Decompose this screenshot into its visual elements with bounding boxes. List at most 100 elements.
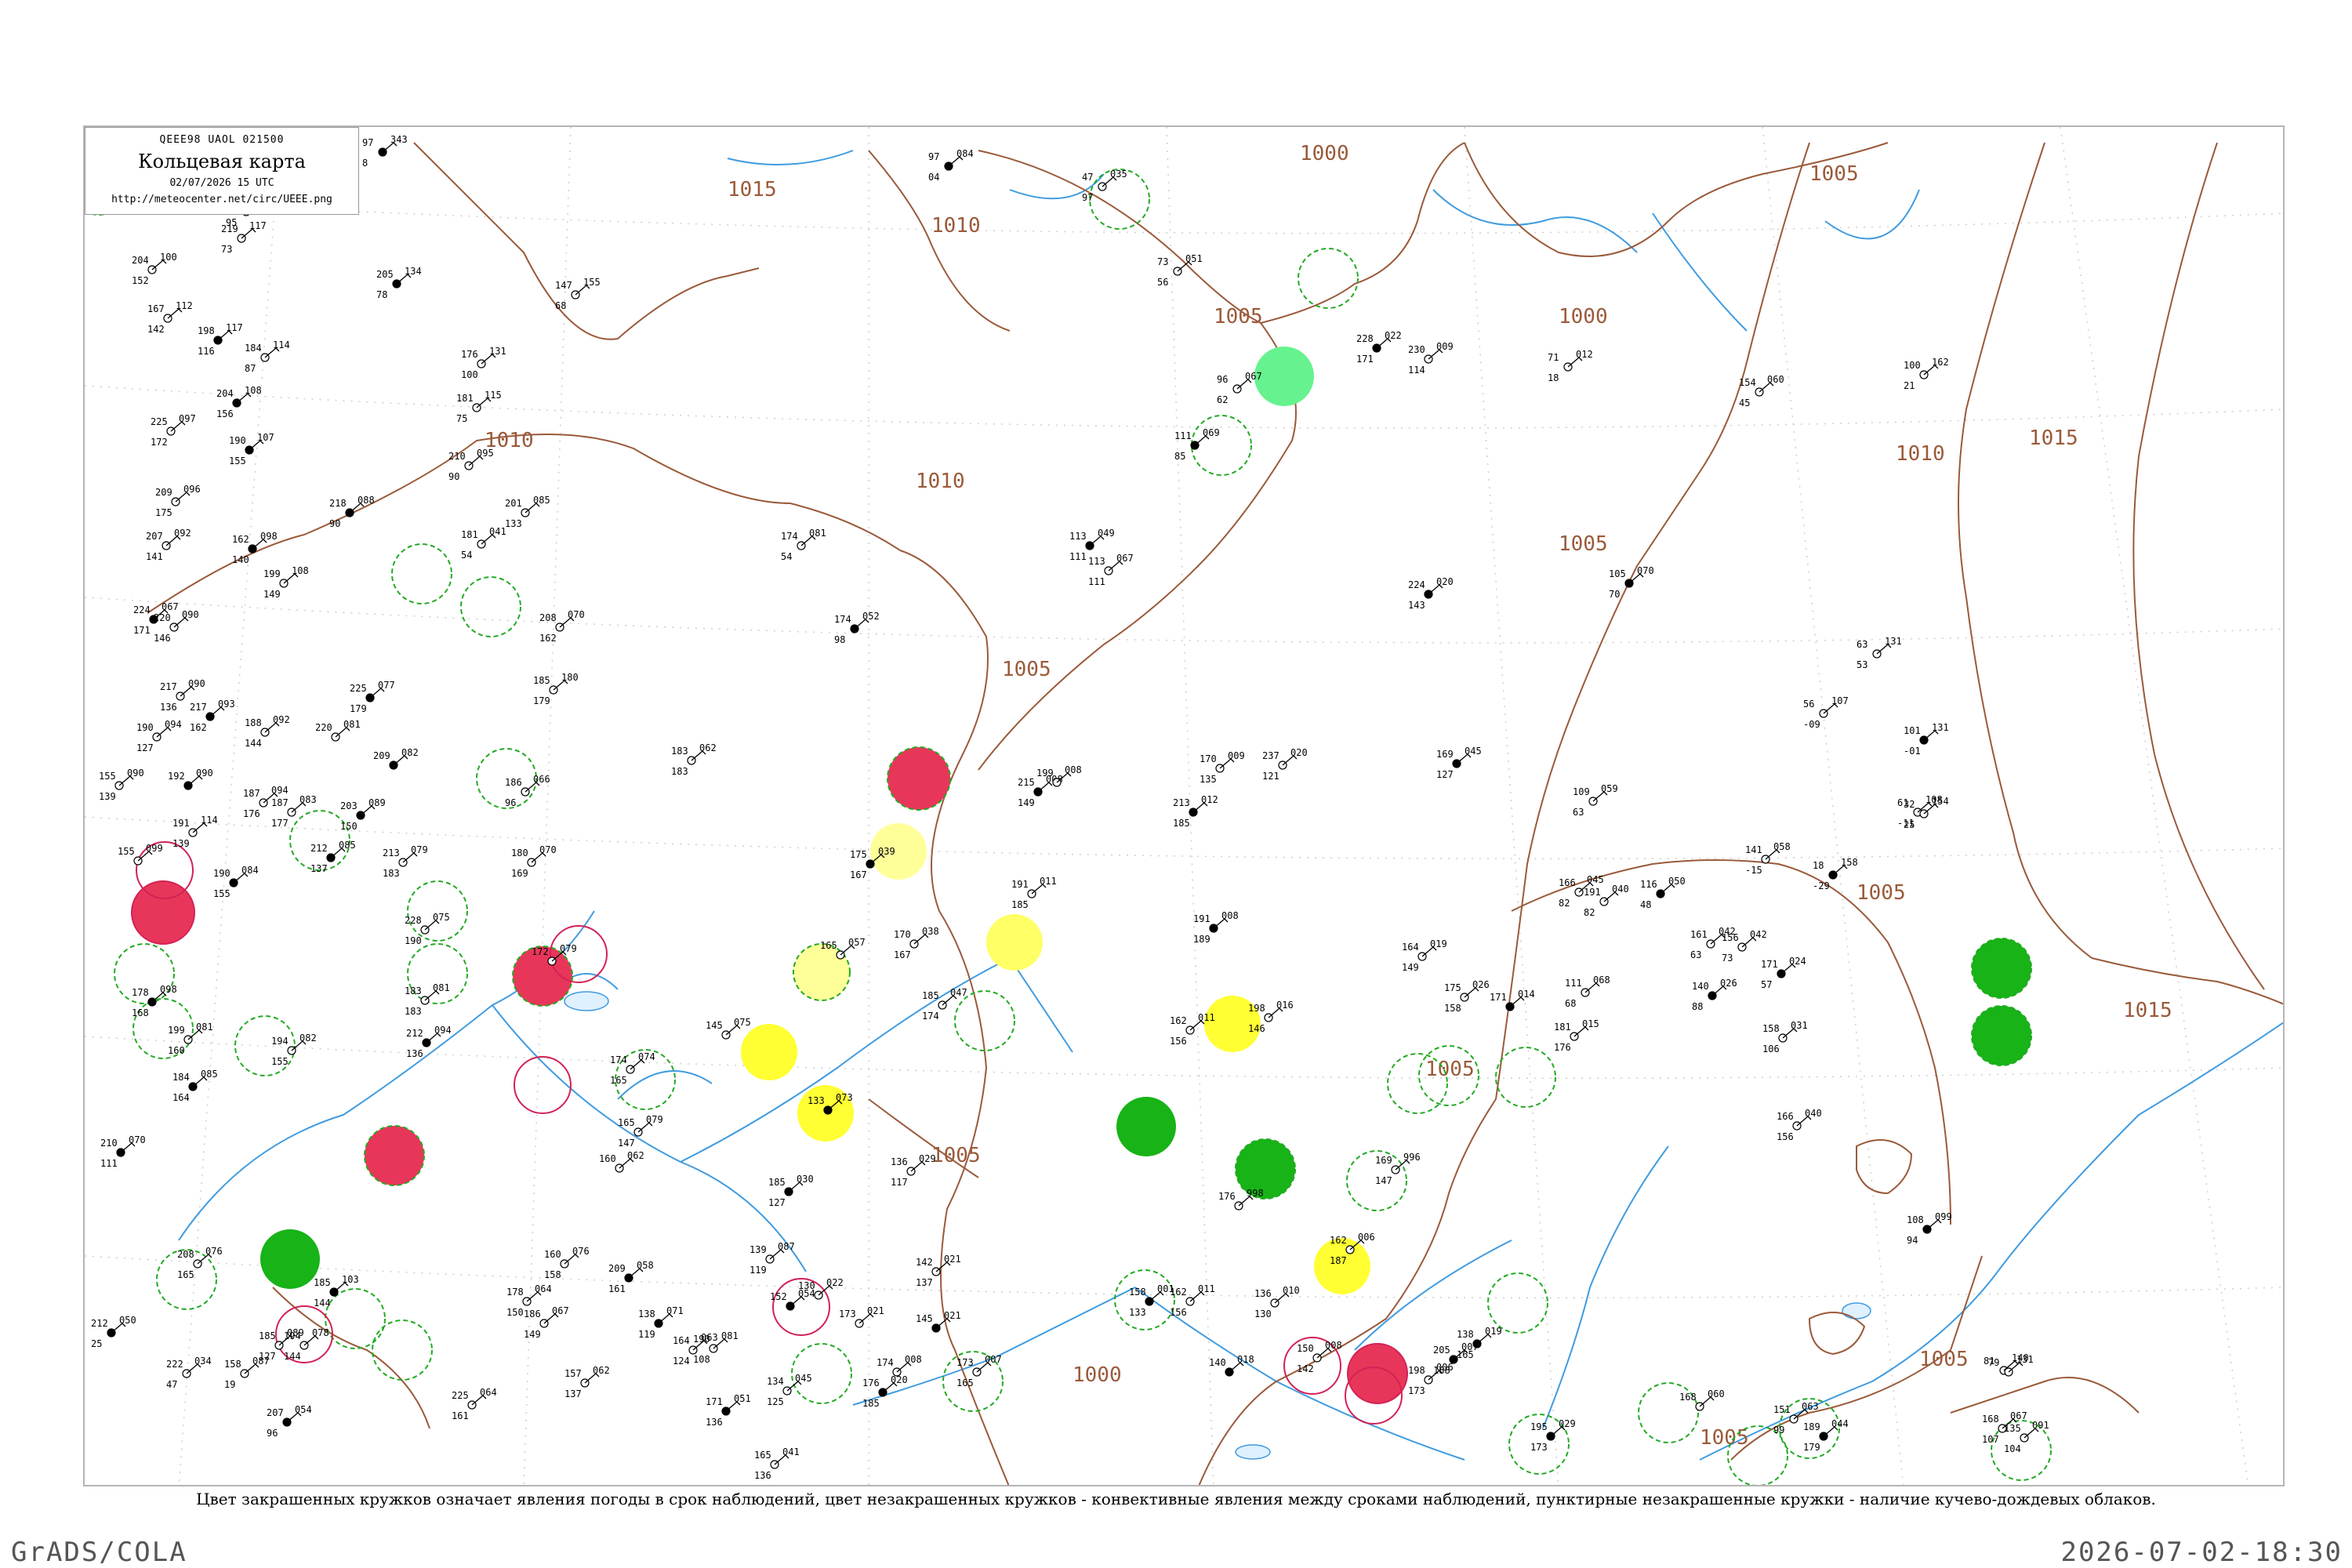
station-pressure: 008 (1325, 1340, 1342, 1351)
station-temperature: 181 (1554, 1022, 1571, 1033)
station-dewpoint: 25 (91, 1338, 102, 1349)
station-plot: 011 191 185 (1011, 876, 1057, 910)
station-dewpoint: 107 (1982, 1434, 1999, 1445)
station-dewpoint: 183 (405, 1006, 422, 1017)
station-temperature: 47 (1082, 172, 1093, 183)
station-dewpoint: 175 (155, 507, 172, 518)
station-temperature: 164 (1402, 942, 1419, 953)
station-pressure: 050 (119, 1315, 136, 1326)
station-pressure: 998 (1247, 1188, 1264, 1199)
station-pressure: 094 (434, 1025, 452, 1036)
station-dewpoint: 130 (1254, 1308, 1272, 1319)
station-dewpoint: 150 (506, 1307, 524, 1318)
station-pressure: 031 (1791, 1020, 1808, 1031)
station-temperature: 191 (1584, 887, 1601, 898)
station-pressure: 115 (485, 390, 502, 401)
station-temperature: 195 (1530, 1421, 1548, 1432)
station-plot: 054 152 (770, 1288, 815, 1311)
station-pressure: 078 (312, 1327, 329, 1338)
station-temperature: 168 (1679, 1392, 1697, 1403)
station-dewpoint: 135 (1200, 774, 1217, 785)
station-plot: 081 199 160 (168, 1022, 213, 1056)
station-pressure: 131 (1932, 722, 1949, 733)
station-dewpoint: 127 (136, 742, 154, 753)
station-plot: 060 154 45 (1739, 374, 1784, 408)
station-dewpoint: 165 (610, 1075, 627, 1086)
station-pressure: 007 (1461, 1341, 1479, 1352)
station-temperature: 199 (1036, 768, 1054, 779)
station-plot: 051 171 136 (706, 1393, 751, 1428)
station-temperature: 176 (461, 349, 478, 360)
station-temperature: 165 (820, 940, 837, 951)
station-temperature: 186 (524, 1308, 541, 1319)
station-dewpoint: 98 (834, 634, 845, 645)
station-dewpoint: 53 (1857, 659, 1867, 670)
station-pressure: 066 (533, 774, 550, 785)
station-pressure: 079 (646, 1114, 663, 1125)
cb-cloud-ring (1487, 1272, 1548, 1334)
station-pressure: 049 (1098, 528, 1115, 539)
station-pressure: 019 (1430, 938, 1447, 949)
station-temperature: 139 (750, 1244, 767, 1255)
station-pressure: 011 (1198, 1012, 1215, 1023)
station-temperature: 212 (310, 843, 328, 854)
station-plot: 095 210 90 (448, 448, 494, 482)
station-temperature: 162 (1170, 1015, 1187, 1026)
station-plots: 3439781521764915514895084970411721973100… (91, 134, 2049, 1481)
station-plot: 084 190 155 (213, 865, 259, 899)
station-temperature: 185 (533, 675, 550, 686)
station-dewpoint: 171 (1356, 354, 1374, 365)
station-dewpoint: 111 (1088, 576, 1105, 587)
station-pressure: 089 (287, 1327, 304, 1338)
isobar-label: 1005 (1700, 1426, 1749, 1450)
station-temperature: 113 (1069, 531, 1087, 542)
cb-cloud-ring (460, 576, 521, 637)
station-plot: 085 184 164 (172, 1069, 218, 1103)
station-temperature: 175 (850, 849, 867, 860)
station-temperature: 150 (1297, 1343, 1314, 1354)
station-temperature: 230 (1408, 344, 1425, 355)
station-temperature: 162 (232, 534, 249, 545)
station-pressure: 154 (1932, 796, 1949, 807)
station-pressure: 117 (226, 322, 243, 333)
station-temperature: 187 (243, 788, 260, 799)
station-pressure: 098 (260, 531, 278, 542)
station-dewpoint: 18 (1548, 372, 1559, 383)
station-plot: 026 140 88 (1692, 978, 1737, 1012)
station-plot: 087 158 19 (224, 1356, 270, 1390)
station-pressure: 096 (183, 484, 201, 495)
station-pressure: 018 (1237, 1354, 1254, 1365)
station-temperature: 212 (406, 1028, 423, 1039)
station-plot: 079 165 147 (618, 1114, 663, 1149)
station-plot: 021 145 (916, 1310, 961, 1333)
cb-cloud-ring (1114, 1269, 1175, 1330)
station-temperature: 178 (132, 987, 149, 998)
station-pressure: 996 (1403, 1152, 1421, 1163)
station-temperature: 224 (133, 604, 151, 615)
station-temperature: 201 (505, 498, 522, 509)
station-pressure: 026 (1472, 979, 1490, 990)
station-plot: 099 155 (118, 843, 163, 866)
station-temperature: 210 (100, 1138, 118, 1149)
station-plot: 117 198 116 (198, 322, 243, 357)
station-plot: 035 47 97 (1082, 169, 1127, 203)
green-weather-circle (1235, 1138, 1296, 1200)
station-dewpoint: 106 (1762, 1044, 1780, 1054)
cb-cloud-ring (325, 1288, 386, 1349)
station-plot: 018 140 (1209, 1354, 1254, 1377)
station-pressure: 180 (561, 672, 579, 683)
station-temperature: 141 (1745, 844, 1762, 855)
station-dewpoint: 54 (781, 551, 792, 562)
station-temperature: 199 (263, 568, 281, 579)
station-dewpoint: 156 (1170, 1036, 1187, 1047)
station-dewpoint: 162 (190, 722, 207, 733)
cb-cloud-ring (954, 990, 1015, 1051)
yellow-weather-circle (1314, 1238, 1370, 1294)
station-plot: 081 183 183 (405, 982, 450, 1017)
station-temperature: 170 (894, 929, 911, 940)
map-url[interactable]: http://meteocenter.net/circ/UEEE.png (85, 194, 358, 205)
station-pressure: 107 (1831, 695, 1849, 706)
station-temperature: 111 (1174, 430, 1192, 441)
station-pressure: 050 (1668, 876, 1686, 887)
station-pressure: 064 (480, 1387, 497, 1398)
